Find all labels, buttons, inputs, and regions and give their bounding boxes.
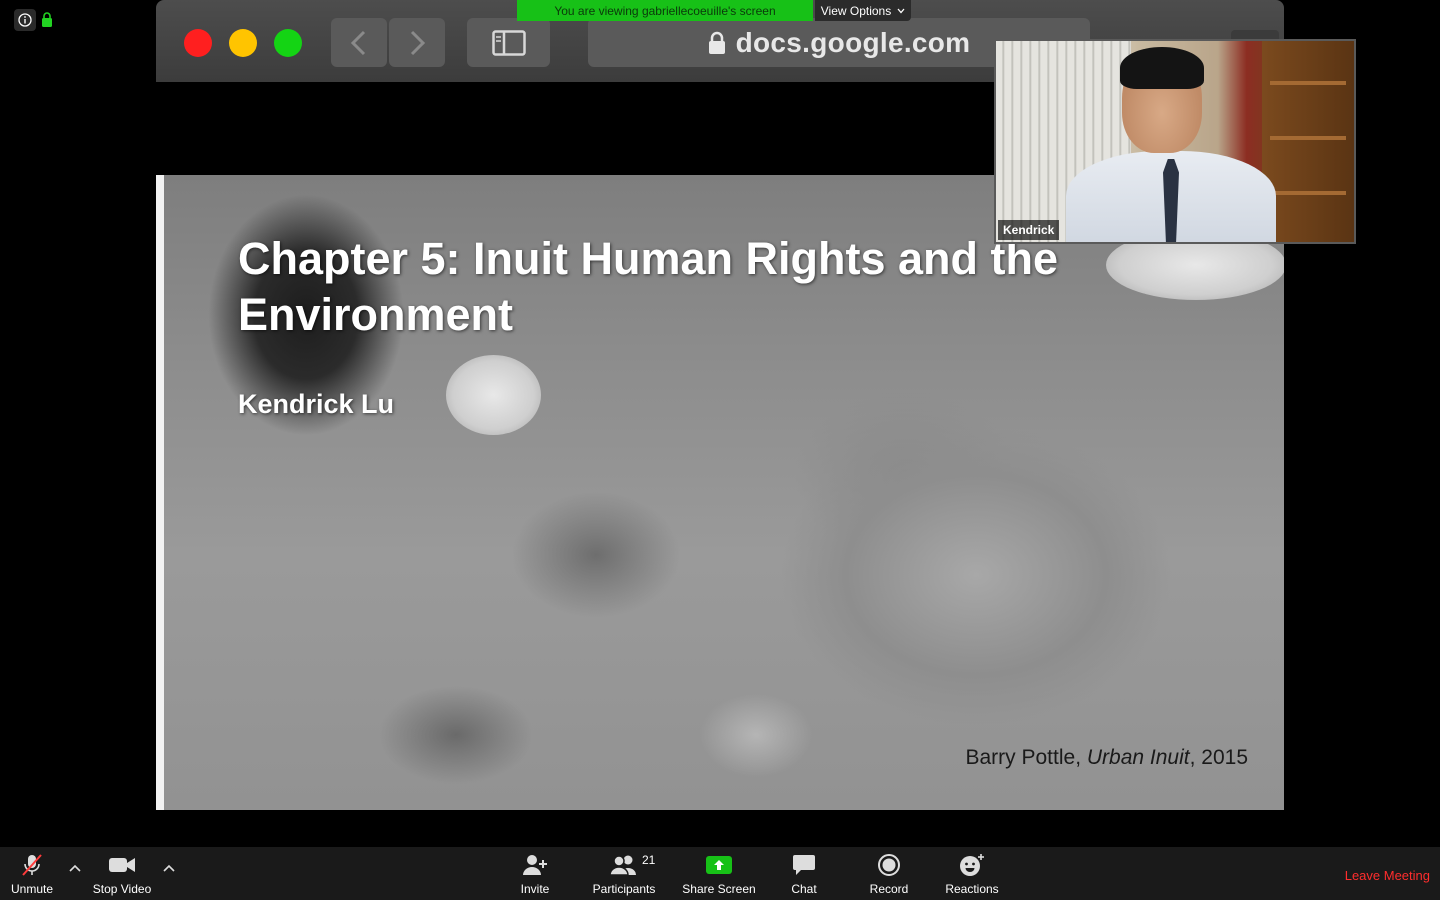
- slide-title: Chapter 5: Inuit Human Rights and the En…: [238, 233, 1059, 340]
- record-icon: [878, 854, 900, 876]
- credit-author: Barry Pottle,: [965, 746, 1087, 769]
- meeting-info-icon[interactable]: [14, 9, 36, 31]
- encryption-lock-icon[interactable]: [40, 12, 54, 28]
- credit-work: Urban Inuit: [1086, 746, 1190, 769]
- mic-muted-icon: [22, 854, 42, 876]
- record-label: Record: [869, 882, 909, 896]
- slide-author: Kendrick Lu: [238, 389, 395, 419]
- participant-hair: [1120, 47, 1204, 89]
- audio-options-caret-icon[interactable]: [68, 863, 82, 873]
- sharing-banner: You are viewing gabriellecoeuille's scre…: [517, 0, 813, 21]
- participant-count: 21: [642, 853, 656, 867]
- share-screen-label: Share Screen: [682, 882, 756, 896]
- stop-video-label: Stop Video: [92, 882, 152, 896]
- chat-button[interactable]: Chat: [780, 852, 828, 896]
- participants-icon: [610, 855, 636, 876]
- meeting-toolbar: Unmute Stop Video Invite Participants 21: [0, 847, 1440, 900]
- share-screen-icon: [706, 856, 732, 874]
- credit-year: , 2015: [1189, 746, 1248, 769]
- lock-icon: [708, 31, 725, 54]
- view-options-label: View Options: [820, 3, 892, 18]
- close-window-button[interactable]: [184, 29, 212, 57]
- invite-label: Invite: [520, 882, 550, 896]
- zoom-window: docs.google.com Chapter 5: Inuit Human R…: [0, 0, 1440, 900]
- url-text: docs.google.com: [735, 26, 971, 58]
- unmute-button[interactable]: Unmute: [6, 852, 58, 896]
- chevron-down-icon: [897, 8, 905, 13]
- view-options-button[interactable]: View Options: [815, 0, 911, 21]
- participants-label: Participants: [592, 882, 656, 896]
- video-options-caret-icon[interactable]: [162, 863, 176, 873]
- presentation-slide: Chapter 5: Inuit Human Rights and the En…: [156, 175, 1284, 810]
- forward-button[interactable]: [389, 18, 445, 67]
- invite-button[interactable]: Invite: [510, 852, 560, 896]
- minimize-window-button[interactable]: [229, 29, 257, 57]
- chevron-right-icon: [410, 30, 426, 55]
- record-button[interactable]: Record: [864, 852, 914, 896]
- chevron-left-icon: [350, 30, 366, 55]
- maximize-window-button[interactable]: [274, 29, 302, 57]
- reactions-label: Reactions: [945, 882, 999, 896]
- chat-label: Chat: [791, 882, 817, 896]
- chat-icon: [793, 855, 815, 875]
- participant-video-tile[interactable]: Kendrick: [994, 39, 1356, 244]
- video-camera-icon: [109, 858, 135, 872]
- participant-name-label: Kendrick: [998, 220, 1060, 240]
- unmute-label: Unmute: [10, 882, 54, 896]
- leave-meeting-button[interactable]: Leave Meeting: [1345, 868, 1430, 883]
- slide-photo-plate: [446, 355, 541, 435]
- slide-credit: Barry Pottle, Urban Inuit, 2015: [965, 746, 1248, 770]
- sidebar-toggle-button[interactable]: [467, 18, 550, 67]
- invite-icon: [523, 855, 547, 875]
- reactions-icon: [960, 854, 984, 876]
- share-screen-button[interactable]: Share Screen: [680, 852, 758, 896]
- sidebar-icon: [491, 29, 526, 56]
- back-button[interactable]: [331, 18, 387, 67]
- stop-video-button[interactable]: Stop Video: [90, 852, 154, 896]
- reactions-button[interactable]: Reactions: [942, 852, 1002, 896]
